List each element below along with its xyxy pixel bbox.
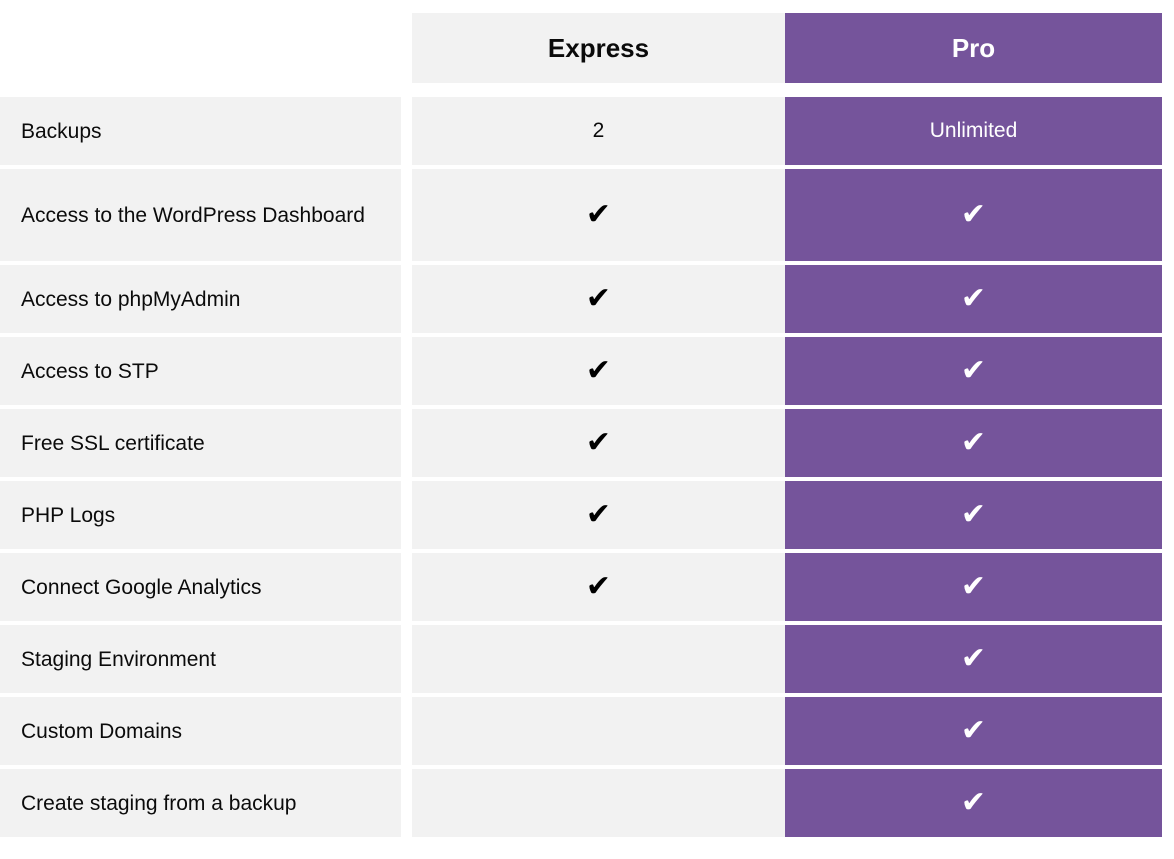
- check-icon: ✔: [960, 570, 987, 603]
- check-icon: ✔: [960, 786, 987, 819]
- table-row: PHP Logs ✔ ✔: [0, 481, 1162, 549]
- header-cell-feature: [0, 13, 401, 83]
- check-icon: ✔: [585, 282, 612, 315]
- express-check-icon: ✔: [412, 337, 785, 405]
- column-gap: [401, 409, 412, 477]
- column-gap: [401, 553, 412, 621]
- express-check-icon: ✔: [412, 265, 785, 333]
- column-gap: [401, 265, 412, 333]
- express-check-icon: ✔: [412, 481, 785, 549]
- header-cell-pro: Pro: [785, 13, 1162, 83]
- pro-check-icon: ✔: [785, 769, 1162, 837]
- table-row: Staging Environment ✔: [0, 625, 1162, 693]
- column-gap: [401, 625, 412, 693]
- pro-check-icon: ✔: [785, 697, 1162, 765]
- check-icon: ✔: [585, 570, 612, 603]
- header-bottom-gap: [0, 83, 1174, 97]
- column-gap: [401, 697, 412, 765]
- check-icon: ✔: [960, 282, 987, 315]
- table-row: Access to STP ✔ ✔: [0, 337, 1162, 405]
- table-row: Connect Google Analytics ✔ ✔: [0, 553, 1162, 621]
- pro-check-icon: ✔: [785, 265, 1162, 333]
- table-row: Free SSL certificate ✔ ✔: [0, 409, 1162, 477]
- feature-name-cell: Connect Google Analytics: [0, 553, 401, 621]
- check-icon: ✔: [960, 198, 987, 231]
- pro-check-icon: ✔: [785, 409, 1162, 477]
- feature-name-cell: Access to STP: [0, 337, 401, 405]
- table-header-row: Express Pro: [0, 13, 1162, 83]
- feature-name-cell: Access to phpMyAdmin: [0, 265, 401, 333]
- pro-value-cell: Unlimited: [785, 97, 1162, 165]
- pro-check-icon: ✔: [785, 169, 1162, 261]
- table-row: Backups 2 Unlimited: [0, 97, 1162, 165]
- check-icon: ✔: [585, 498, 612, 531]
- column-gap: [401, 169, 412, 261]
- feature-name-cell: Create staging from a backup: [0, 769, 401, 837]
- check-icon: ✔: [960, 714, 987, 747]
- check-icon: ✔: [960, 498, 987, 531]
- pro-check-icon: ✔: [785, 337, 1162, 405]
- check-icon: ✔: [960, 426, 987, 459]
- check-icon: ✔: [585, 198, 612, 231]
- plan-comparison-table: Express Pro Backups 2 Unlimited Access to t…: [0, 13, 1174, 859]
- table-row: Custom Domains ✔: [0, 697, 1162, 765]
- feature-name-cell: Staging Environment: [0, 625, 401, 693]
- feature-name-cell: Free SSL certificate: [0, 409, 401, 477]
- pro-check-icon: ✔: [785, 553, 1162, 621]
- express-check-icon: ✔: [412, 169, 785, 261]
- feature-name-cell: Access to the WordPress Dashboard: [0, 169, 401, 261]
- express-value-cell: 2: [412, 97, 785, 165]
- header-cell-express: Express: [412, 13, 785, 83]
- column-gap: [401, 97, 412, 165]
- table-row: Create staging from a backup ✔: [0, 769, 1162, 837]
- check-icon: ✔: [585, 354, 612, 387]
- table-body: Backups 2 Unlimited Access to the WordPress…: [0, 97, 1174, 837]
- express-value-cell: [412, 625, 785, 693]
- column-gap: [401, 337, 412, 405]
- express-value-cell: [412, 769, 785, 837]
- express-check-icon: ✔: [412, 409, 785, 477]
- column-gap: [401, 769, 412, 837]
- table-row: Access to the WordPress Dashboard ✔ ✔: [0, 169, 1162, 261]
- express-value-cell: [412, 697, 785, 765]
- table-row: Access to phpMyAdmin ✔ ✔: [0, 265, 1162, 333]
- column-gap: [401, 13, 412, 83]
- express-check-icon: ✔: [412, 553, 785, 621]
- column-gap: [401, 481, 412, 549]
- feature-name-cell: Backups: [0, 97, 401, 165]
- feature-name-cell: PHP Logs: [0, 481, 401, 549]
- check-icon: ✔: [960, 642, 987, 675]
- check-icon: ✔: [960, 354, 987, 387]
- feature-name-cell: Custom Domains: [0, 697, 401, 765]
- pro-check-icon: ✔: [785, 481, 1162, 549]
- check-icon: ✔: [585, 426, 612, 459]
- pro-check-icon: ✔: [785, 625, 1162, 693]
